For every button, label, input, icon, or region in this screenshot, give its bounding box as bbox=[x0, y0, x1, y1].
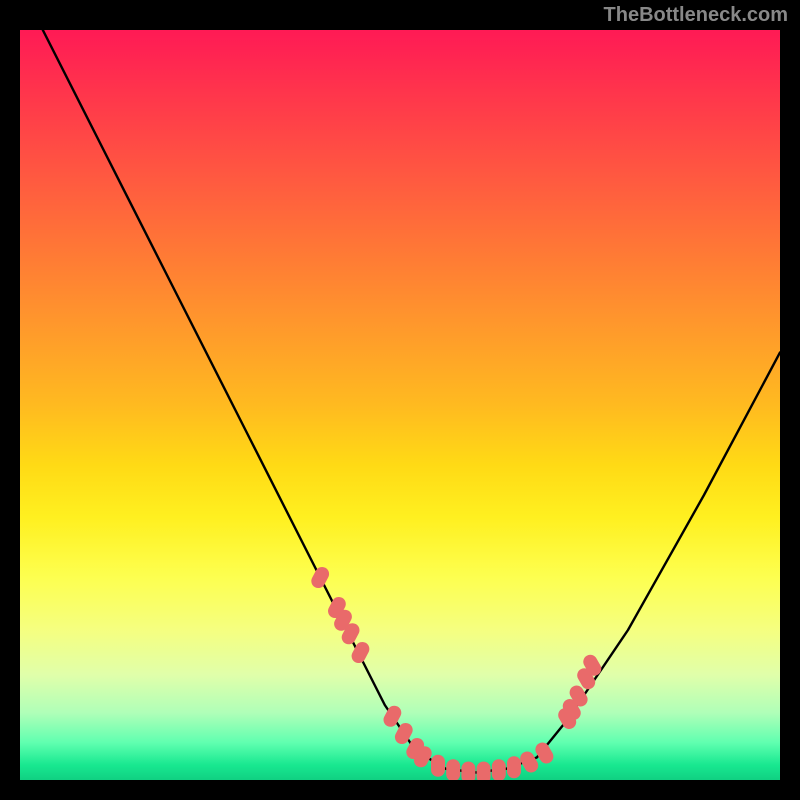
curve-line bbox=[43, 30, 780, 773]
plot-area bbox=[20, 30, 780, 780]
chart-container: TheBottleneck.com bbox=[0, 0, 800, 800]
chart-svg bbox=[20, 30, 780, 780]
highlight-dots bbox=[309, 565, 604, 780]
watermark-text: TheBottleneck.com bbox=[604, 4, 788, 27]
